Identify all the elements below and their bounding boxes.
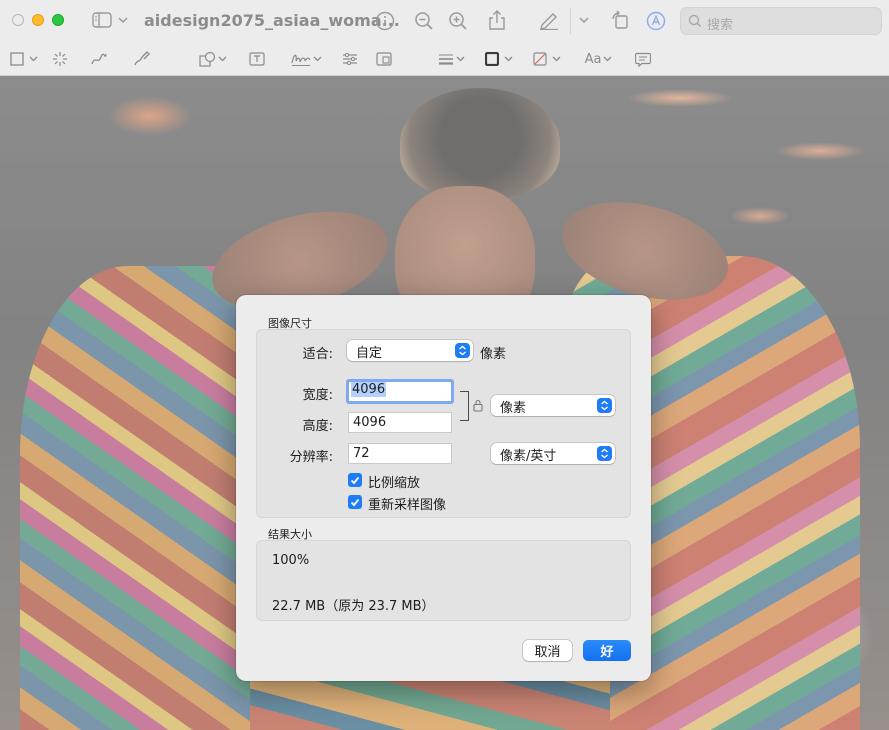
resolution-unit-value: 像素/英寸 [500, 449, 557, 464]
adjust-color-icon[interactable] [342, 52, 358, 66]
fit-label: 适合: [302, 347, 333, 362]
sidebar-toggle-icon[interactable] [92, 12, 112, 28]
share-icon[interactable] [488, 9, 506, 31]
window-title: aidesign2075_asiaa_woma... [144, 11, 400, 30]
info-icon[interactable] [375, 11, 395, 31]
result-size-text: 22.7 MB（原为 23.7 MB） [272, 599, 435, 614]
chevron-down-icon[interactable] [456, 56, 465, 62]
resample-image-checkbox[interactable] [348, 495, 362, 509]
updown-arrows-icon [597, 398, 612, 413]
height-label: 高度: [302, 419, 333, 434]
chevron-down-icon[interactable] [579, 15, 589, 25]
close-window-button[interactable] [12, 14, 24, 26]
signature-icon[interactable] [290, 51, 312, 67]
markup-toolbar: Aa [0, 44, 889, 76]
fit-value: 自定 [356, 346, 383, 361]
chevron-down-icon[interactable] [218, 56, 227, 62]
width-value: 4096 [351, 382, 387, 397]
draw-icon[interactable] [133, 51, 151, 67]
cancel-button[interactable]: 取消 [523, 640, 572, 661]
image-size-dialog: 图像尺寸 适合: 自定 像素 宽度: 4096 高度: 4096 像素 分辨率:… [236, 295, 651, 681]
zoom-in-icon[interactable] [448, 11, 468, 31]
resample-image-label[interactable]: 重新采样图像 [368, 494, 446, 513]
search-field[interactable]: 搜索 [680, 7, 882, 35]
chevron-down-icon[interactable] [29, 56, 38, 62]
chevron-down-icon[interactable] [118, 15, 128, 25]
chevron-down-icon[interactable] [552, 56, 561, 62]
resolution-value: 72 [353, 446, 370, 461]
title-bar: aidesign2075_asiaa_woma... 搜索 [0, 0, 889, 44]
link-bracket [460, 391, 469, 421]
dimension-unit-popup[interactable]: 像素 [491, 395, 615, 416]
height-field[interactable]: 4096 [348, 412, 452, 433]
scale-proportionally-checkbox[interactable] [348, 473, 362, 487]
checkmark-icon [350, 476, 360, 484]
zoom-out-icon[interactable] [414, 11, 434, 31]
shapes-icon[interactable] [199, 51, 217, 67]
result-size-box: 100% 22.7 MB（原为 23.7 MB） [256, 540, 631, 621]
dimension-unit-value: 像素 [500, 401, 527, 416]
adjust-size-icon[interactable] [376, 52, 392, 66]
lock-icon[interactable] [473, 399, 483, 412]
text-box-icon[interactable] [249, 52, 265, 66]
width-field[interactable]: 4096 [346, 379, 454, 404]
resolution-unit-popup[interactable]: 像素/英寸 [491, 443, 615, 464]
scale-proportionally-label[interactable]: 比例缩放 [368, 472, 420, 491]
chevron-down-icon[interactable] [504, 56, 513, 62]
ok-button[interactable]: 好 [583, 640, 631, 661]
speech-bubble-icon[interactable] [635, 52, 651, 67]
fit-unit-label: 像素 [480, 347, 507, 362]
result-percent: 100% [272, 553, 310, 568]
fit-popup[interactable]: 自定 [347, 340, 473, 361]
checkmark-icon [350, 498, 360, 506]
annotate-circle-icon[interactable] [646, 11, 666, 31]
resolution-label: 分辨率: [289, 450, 333, 465]
search-placeholder: 搜索 [707, 18, 734, 33]
updown-arrows-icon [455, 343, 470, 358]
updown-arrows-icon [597, 446, 612, 461]
instant-alpha-icon[interactable] [52, 51, 68, 67]
sketch-icon[interactable] [90, 51, 108, 67]
line-style-icon[interactable] [438, 53, 454, 65]
resolution-field[interactable]: 72 [348, 443, 452, 464]
width-label: 宽度: [302, 388, 333, 403]
fill-color-icon[interactable] [533, 52, 547, 66]
rect-select-icon[interactable] [10, 52, 24, 66]
markup-pen-icon[interactable] [538, 10, 560, 30]
chevron-down-icon[interactable] [603, 56, 612, 62]
rotate-icon[interactable] [610, 10, 630, 30]
font-icon[interactable]: Aa [584, 51, 602, 67]
toolbar-divider [570, 8, 571, 34]
search-icon [688, 14, 704, 28]
chevron-down-icon[interactable] [313, 56, 322, 62]
zoom-window-button[interactable] [52, 14, 64, 26]
minimize-window-button[interactable] [32, 14, 44, 26]
border-color-icon[interactable] [485, 52, 499, 66]
height-value: 4096 [353, 415, 387, 430]
image-size-box: 适合: 自定 像素 宽度: 4096 高度: 4096 像素 分辨率: 72 像… [256, 329, 631, 518]
